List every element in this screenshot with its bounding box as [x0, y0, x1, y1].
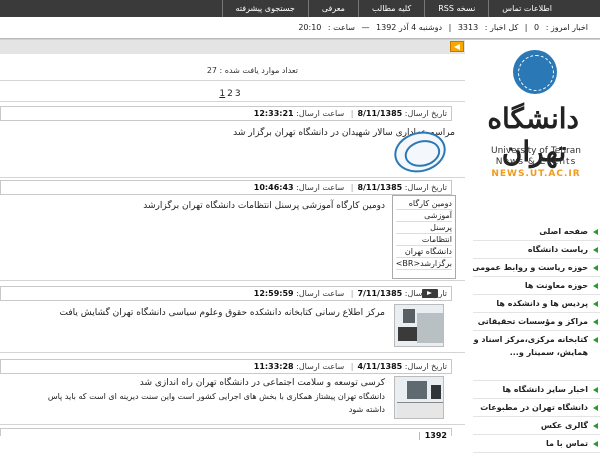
- divider: [0, 424, 465, 425]
- sidebar: دانشگاه تهران University of Tehran News …: [465, 40, 600, 453]
- current-date: دوشنبه 4 آذر 1392: [376, 23, 443, 32]
- sidebar-menu: صفحه اصلی ریاست دانشگاه حوزه ریاست و روا…: [473, 223, 600, 453]
- total-news-label: کل اخبار :: [484, 23, 519, 32]
- sidebar-item-home[interactable]: صفحه اصلی: [473, 223, 600, 241]
- news-time: 10:46:43: [253, 183, 294, 192]
- divider: [0, 177, 465, 178]
- nav-all-posts-link[interactable]: کلیه مطالب: [357, 0, 424, 17]
- news-summary: داشته شود: [348, 405, 385, 414]
- news-summary: دانشگاه تهران پیشتاز همکاری با بخش های ا…: [47, 392, 385, 401]
- nav-about-link[interactable]: معرفی: [307, 0, 358, 17]
- news-title-link[interactable]: دومین کارگاه آموزشی پرسنل انتظامات دانشگ…: [143, 201, 385, 211]
- divider: [0, 80, 465, 81]
- pagination: 123: [215, 89, 245, 99]
- news-date: 7/11/1385: [357, 289, 403, 298]
- results-count-value: 27: [206, 66, 217, 75]
- page-link[interactable]: 1: [219, 89, 225, 99]
- sidebar-item-other-universities[interactable]: اخبار سایر دانشگاه ها: [473, 381, 600, 399]
- news-date: 8/11/1385: [357, 109, 403, 118]
- sidebar-item-contact[interactable]: تماس با ما: [473, 435, 600, 453]
- results-count: تعداد موارد یافت شده : 27: [207, 66, 298, 75]
- sidebar-item-central-library[interactable]: کتابخانه مرکزی،مرکز اسناد و همایش، سمینا…: [473, 331, 600, 381]
- news-meta-row: تاریخ ارسال: 8/11/1385| ساعت ارسال: 10:4…: [0, 180, 452, 195]
- logo-url: NEWS.UT.AC.IR: [491, 169, 581, 179]
- nav-contact-link[interactable]: اطلاعات تماس: [488, 0, 565, 17]
- sidebar-item-gallery[interactable]: گالری عکس: [473, 417, 600, 435]
- news-title-link[interactable]: مرکز اطلاع رسانی کتابخانه دانشکده حقوق و…: [60, 308, 385, 318]
- news-title-link[interactable]: کرسی توسعه و سلامت اجتماعی در دانشگاه ته…: [140, 378, 385, 388]
- sidebar-item-public-relations[interactable]: حوزه ریاست و روابط عمومی: [473, 259, 600, 277]
- main-content: تعداد موارد یافت شده : 27 123 تاریخ ارسا…: [0, 54, 465, 440]
- news-date: 8/11/1385: [357, 183, 403, 192]
- news-time: 11:33:28: [253, 362, 294, 371]
- sidebar-item-research-centers[interactable]: مراکز و مؤسسات تحقیقاتی: [473, 313, 600, 331]
- sidebar-item-press[interactable]: دانشگاه تهران در مطبوعات: [473, 399, 600, 417]
- today-news-count: 0: [534, 23, 540, 32]
- news-meta-row: تاریخ ارسال: 7/11/1385| ساعت ارسال: 12:5…: [0, 286, 452, 301]
- sidebar-item-campuses[interactable]: پردیس ها و دانشکده ها: [473, 295, 600, 313]
- library-photo-image[interactable]: [394, 304, 444, 347]
- university-seal-icon: [513, 50, 557, 94]
- news-meta-row: تاریخ ارسال: 8/11/1385| ساعت ارسال: 12:3…: [0, 106, 452, 121]
- sidebar-item-vice-presidencies[interactable]: حوزه معاونت ها: [473, 277, 600, 295]
- university-logo[interactable]: دانشگاه تهران University of Tehran News …: [481, 50, 586, 200]
- broken-image-alt-text: دومین کارگاه آموزشی پرسنل انتظامات دانشگ…: [392, 195, 456, 279]
- today-news-label: اخبار امروز :: [545, 23, 588, 32]
- news-time: 12:59:59: [253, 289, 294, 298]
- top-navigation: اطلاعات تماس نسخه RSS کلیه مطالب معرفی ج…: [0, 0, 600, 17]
- sidebar-item-presidency[interactable]: ریاست دانشگاه: [473, 241, 600, 259]
- divider: [0, 280, 465, 281]
- news-time: 12:33:21: [253, 109, 294, 118]
- page-link[interactable]: 3: [235, 89, 241, 99]
- logo-english-title: University of Tehran: [491, 146, 581, 156]
- results-count-label: تعداد موارد یافت شده :: [219, 66, 298, 75]
- current-time: 20:10: [298, 23, 322, 32]
- news-date: 4/11/1385: [357, 362, 403, 371]
- content-header-strip: [0, 40, 465, 54]
- news-meta-row: تاریخ ارسال: 4/11/1385| ساعت ارسال: 11:3…: [0, 359, 452, 374]
- divider: [0, 352, 465, 353]
- speaker-icon[interactable]: [450, 41, 464, 52]
- nav-advanced-search-link[interactable]: جستجوی پیشرفته: [221, 0, 308, 17]
- time-label: ساعت :: [327, 23, 355, 32]
- nav-rss-link[interactable]: نسخه RSS: [424, 0, 488, 17]
- logo-subtitle: News & Events: [495, 157, 577, 167]
- divider: [0, 101, 465, 102]
- page-link[interactable]: 2: [227, 89, 233, 99]
- status-bar: اخبار امروز : 0 | کل اخبار : 3313 | دوشن…: [0, 17, 600, 39]
- expand-arrow-icon[interactable]: [422, 289, 438, 298]
- total-news-count: 3313: [457, 23, 479, 32]
- meeting-photo-image[interactable]: [394, 376, 444, 419]
